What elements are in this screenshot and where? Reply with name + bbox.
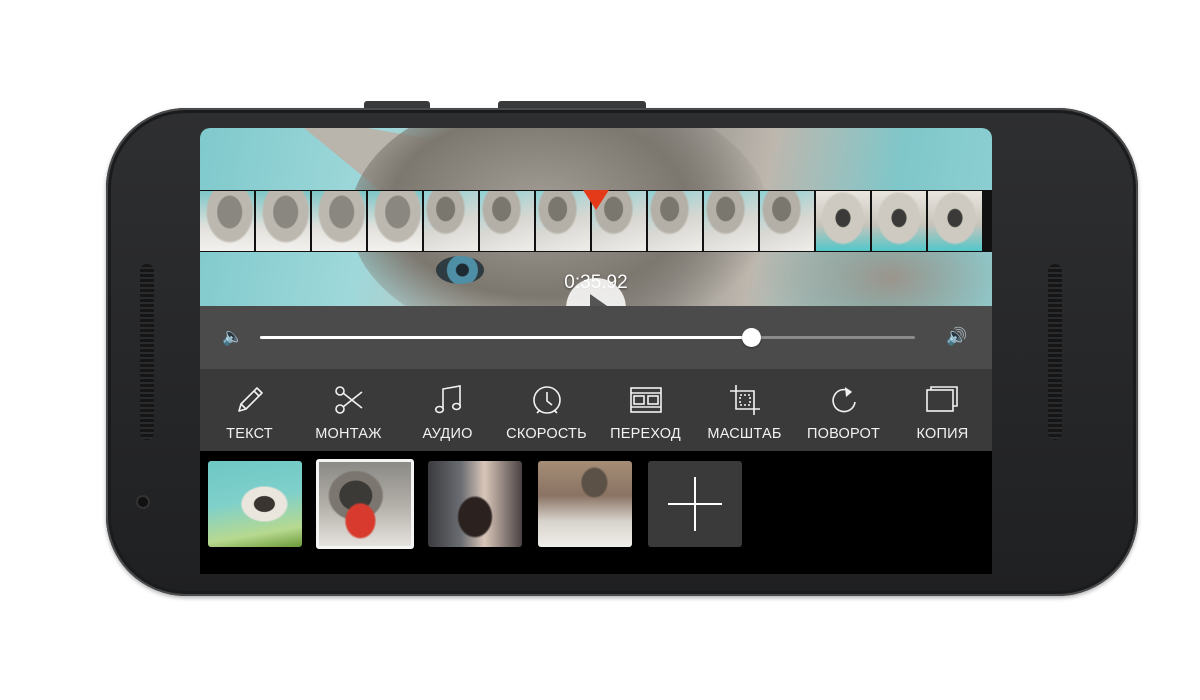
clip-thumbnail-4[interactable] bbox=[538, 461, 632, 547]
tool-label: СКОРОСТЬ bbox=[506, 426, 587, 442]
tool-label: ТЕКСТ bbox=[226, 426, 273, 442]
tool-label: МОНТАЖ bbox=[315, 426, 382, 442]
tool-label: ПОВОРОТ bbox=[806, 426, 881, 442]
tool-label: ПЕРЕХОД bbox=[610, 426, 681, 442]
volume-low-icon: 🔈 bbox=[222, 327, 244, 346]
clip-thumbnail-3[interactable] bbox=[428, 461, 522, 547]
video-preview[interactable]: 0:35.92 bbox=[200, 128, 992, 306]
tool-rotate[interactable]: ПОВОРОТ bbox=[796, 369, 892, 451]
timeline-frame bbox=[480, 191, 534, 251]
edit-toolbar: ТЕКСТ МОНТАЖ АУДИО СКОРОСТЬ ПЕРЕХОД МАСШ… bbox=[200, 369, 992, 451]
clips-tray bbox=[200, 451, 992, 574]
timeline-frame bbox=[816, 191, 870, 251]
timeline-frame bbox=[424, 191, 478, 251]
tool-label: АУДИО bbox=[422, 426, 473, 442]
phone-camera bbox=[138, 497, 148, 507]
volume-slider-thumb[interactable] bbox=[742, 328, 762, 347]
app-screen: 0:35.92 🔈 🔊 ТЕКСТ МОНТАЖ bbox=[200, 128, 992, 574]
clip-thumbnail-1[interactable] bbox=[208, 461, 302, 547]
tool-copy[interactable]: КОПИЯ bbox=[895, 369, 991, 451]
rotate-icon bbox=[831, 387, 856, 413]
phone-speaker-left bbox=[140, 264, 154, 440]
timeline-frame bbox=[760, 191, 814, 251]
timeline-frame bbox=[200, 191, 254, 251]
tool-audio[interactable]: АУДИО bbox=[400, 369, 496, 451]
volume-slider-fill bbox=[260, 336, 752, 339]
tool-label: МАСШТАБ bbox=[707, 426, 782, 442]
tool-speed[interactable]: СКОРОСТЬ bbox=[499, 369, 595, 451]
pencil-icon bbox=[237, 387, 263, 412]
clip-thumbnail-2-selected[interactable] bbox=[316, 459, 414, 549]
tool-scale[interactable]: МАСШТАБ bbox=[697, 369, 793, 451]
timeline-frame bbox=[368, 191, 422, 251]
add-clip-button[interactable] bbox=[648, 461, 742, 547]
timeline-frame bbox=[312, 191, 366, 251]
timeline-frame bbox=[536, 191, 590, 251]
volume-bar: 🔈 🔊 bbox=[200, 306, 992, 369]
crop-icon bbox=[729, 385, 760, 415]
music-note-icon bbox=[434, 385, 461, 414]
scissors-icon bbox=[334, 386, 362, 414]
tool-transition[interactable]: ПЕРЕХОД bbox=[598, 369, 694, 451]
timeline-frame bbox=[928, 191, 982, 251]
film-frames-icon bbox=[629, 387, 662, 413]
tool-label: КОПИЯ bbox=[916, 426, 969, 442]
copy-icon bbox=[925, 386, 958, 412]
volume-high-icon: 🔊 bbox=[946, 327, 968, 346]
volume-slider[interactable] bbox=[260, 328, 915, 347]
stopwatch-icon bbox=[532, 386, 561, 414]
timeline-frame bbox=[648, 191, 702, 251]
timeline-frame bbox=[256, 191, 310, 251]
tool-montage[interactable]: МОНТАЖ bbox=[301, 369, 397, 451]
timeline-frame bbox=[872, 191, 926, 251]
playhead-marker[interactable] bbox=[583, 190, 609, 210]
timeline-frame bbox=[704, 191, 758, 251]
phone-speaker-right bbox=[1048, 264, 1062, 440]
tool-text[interactable]: ТЕКСТ bbox=[202, 369, 298, 451]
